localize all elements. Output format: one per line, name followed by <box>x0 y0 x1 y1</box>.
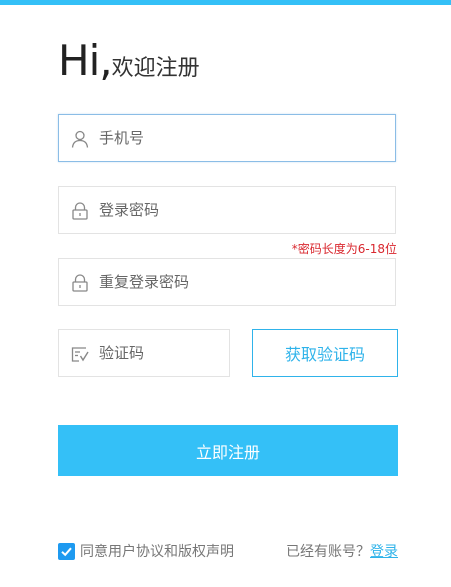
captcha-input[interactable] <box>99 330 219 376</box>
page-title: Hi,欢迎注册 <box>58 36 200 85</box>
agreement-row: 同意用户协议和版权声明 <box>58 541 234 561</box>
agree-checkbox[interactable] <box>58 542 75 560</box>
captcha-field[interactable] <box>58 329 230 377</box>
login-link[interactable]: 登录 <box>370 544 398 560</box>
repeat-password-field[interactable] <box>58 258 396 306</box>
lock-icon <box>70 201 90 221</box>
repeat-password-input[interactable] <box>99 259 379 305</box>
login-prompt: 已经有账号？登录 <box>286 541 398 561</box>
captcha-icon <box>70 344 90 364</box>
password-field[interactable] <box>58 186 396 234</box>
password-hint: *密码长度为6-18位 <box>291 242 397 256</box>
phone-field[interactable] <box>58 114 396 162</box>
lock-icon <box>70 273 90 293</box>
phone-input[interactable] <box>99 115 379 161</box>
agree-label[interactable]: 同意用户协议和版权声明 <box>80 541 234 561</box>
title-subtitle: 欢迎注册 <box>111 56 200 81</box>
user-icon <box>70 129 90 149</box>
top-accent-bar <box>0 0 451 5</box>
get-code-button[interactable]: 获取验证码 <box>252 329 398 377</box>
password-input[interactable] <box>99 187 379 233</box>
title-hi: Hi, <box>58 36 113 85</box>
register-button[interactable]: 立即注册 <box>58 425 398 476</box>
check-icon <box>61 547 72 556</box>
have-account-text: 已经有账号？ <box>286 544 370 560</box>
